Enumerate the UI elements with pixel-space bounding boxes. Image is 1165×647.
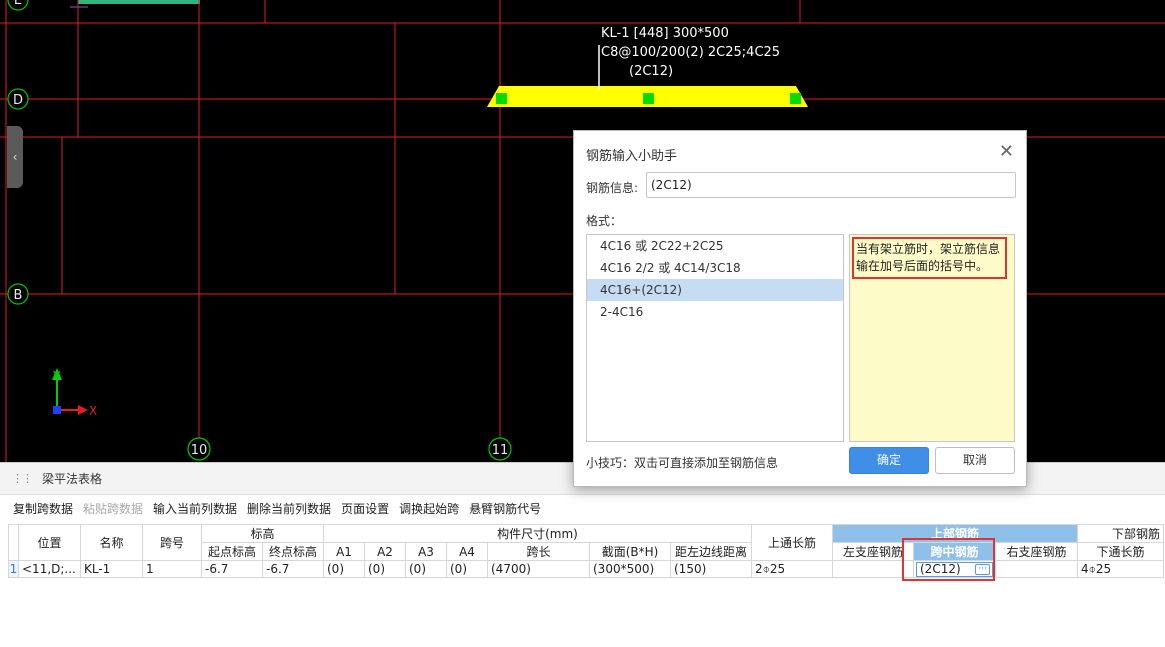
header-elev-start[interactable]: 起点标高	[201, 542, 263, 561]
highlight-frame	[902, 538, 995, 581]
paste-span-data-button[interactable]: 粘贴跨数据	[83, 500, 143, 517]
panel-title: 梁平法表格	[42, 472, 103, 486]
copy-span-data-button[interactable]: 复制跨数据	[13, 500, 73, 517]
app-window: E D B 10 11 KL-1 [448] 300*500 C8@100/20…	[0, 0, 1165, 647]
cantilever-code-button[interactable]: 悬臂钢筋代号	[469, 500, 541, 517]
beam-annotation-line1[interactable]: KL-1 [448] 300*500	[601, 26, 729, 41]
cell-a4[interactable]: (0)	[446, 560, 488, 578]
header-offset[interactable]: 距左边线距离	[670, 542, 752, 561]
svg-text:E: E	[14, 0, 22, 8]
header-rowno	[8, 524, 19, 561]
ucs-icon: Y X	[52, 368, 97, 418]
cancel-button[interactable]: 取消	[935, 447, 1015, 474]
beam-grip-start[interactable]	[496, 93, 507, 104]
beam-grip-mid[interactable]	[643, 93, 654, 104]
beam-grip-end[interactable]	[790, 93, 801, 104]
rebar-input-helper-dialog: 钢筋输入小助手 ✕ 钢筋信息: 格式： 4C16 或 2C22+2C25 4C1…	[573, 130, 1027, 487]
header-a2[interactable]: A2	[364, 542, 406, 561]
format-hint-panel: 当有架立筋时，架立筋信息输在加号后面的括号中。	[849, 234, 1015, 442]
header-bottom-rebar-group: 下部钢筋	[1077, 524, 1164, 543]
cell-offset[interactable]: (150)	[670, 560, 752, 578]
page-setup-button[interactable]: 页面设置	[341, 500, 389, 517]
header-a3[interactable]: A3	[405, 542, 447, 561]
cell-a1[interactable]: (0)	[323, 560, 365, 578]
svg-text:Y: Y	[52, 369, 61, 383]
svg-text:10: 10	[191, 443, 208, 458]
svg-text:X: X	[89, 404, 97, 418]
header-elevation-group: 标高	[201, 524, 324, 543]
cell-a3[interactable]: (0)	[405, 560, 447, 578]
header-size-group: 构件尺寸(mm)	[323, 524, 752, 543]
collapse-sidebar-tab[interactable]: ‹	[7, 126, 23, 188]
header-bottom-through[interactable]: 下通长筋	[1077, 542, 1164, 561]
cell-name[interactable]: KL-1	[80, 560, 143, 578]
header-elev-end[interactable]: 终点标高	[262, 542, 324, 561]
ok-button[interactable]: 确定	[849, 447, 929, 474]
format-item[interactable]: 4C16 2/2 或 4C14/3C18	[587, 257, 843, 279]
cell-section[interactable]: (300*500)	[589, 560, 671, 578]
header-span-length[interactable]: 跨长	[487, 542, 590, 561]
header-top-through[interactable]: 上通长筋	[751, 524, 833, 561]
axis-marker-11: 11	[488, 437, 512, 461]
table-toolbar: 复制跨数据 粘贴跨数据 输入当前列数据 删除当前列数据 页面设置 调换起始跨 悬…	[0, 495, 1165, 521]
axis-marker-e: E	[7, 0, 29, 11]
header-position[interactable]: 位置	[18, 524, 81, 561]
chevron-left-icon: ‹	[12, 150, 18, 164]
beam-annotation-line2[interactable]: C8@100/200(2) 2C25;4C25	[601, 45, 780, 60]
format-item-selected[interactable]: 4C16+(2C12)	[587, 279, 843, 301]
format-hint-text: 当有架立筋时，架立筋信息输在加号后面的括号中。	[852, 237, 1007, 279]
dialog-title: 钢筋输入小助手	[586, 149, 678, 164]
header-section[interactable]: 截面(B*H)	[589, 542, 671, 561]
delete-column-data-button[interactable]: 删除当前列数据	[247, 500, 331, 517]
format-list[interactable]: 4C16 或 2C22+2C25 4C16 2/2 或 4C14/3C18 4C…	[586, 234, 844, 442]
cell-span[interactable]: 1	[142, 560, 202, 578]
rebar-info-label: 钢筋信息:	[586, 181, 639, 195]
selected-beam-kl1[interactable]	[487, 86, 808, 107]
top-element	[78, 0, 200, 4]
close-icon[interactable]: ✕	[999, 141, 1014, 162]
format-item[interactable]: 2-4C16	[587, 301, 843, 323]
cell-position[interactable]: <11,D;...	[18, 560, 81, 578]
cell-a2[interactable]: (0)	[364, 560, 406, 578]
swap-start-span-button[interactable]: 调换起始跨	[399, 500, 459, 517]
cell-elev-end[interactable]: -6.7	[262, 560, 324, 578]
drag-grip-icon[interactable]: ⋮⋮	[12, 472, 33, 485]
cell-right-support[interactable]	[995, 560, 1078, 578]
header-a4[interactable]: A4	[446, 542, 488, 561]
cell-top-through[interactable]: 2⌽25	[751, 560, 833, 578]
header-name[interactable]: 名称	[80, 524, 143, 561]
format-label: 格式：	[586, 214, 623, 228]
row-number[interactable]: 1	[8, 560, 19, 578]
axis-marker-b: B	[7, 283, 29, 305]
cell-bottom-through[interactable]: 4⌽25	[1077, 560, 1164, 578]
beam-annotation-line3[interactable]: (2C12)	[629, 64, 673, 79]
axis-marker-10: 10	[187, 437, 211, 461]
cell-span-length[interactable]: (4700)	[487, 560, 590, 578]
svg-text:11: 11	[492, 443, 509, 458]
format-item[interactable]: 4C16 或 2C22+2C25	[587, 235, 843, 257]
rebar-info-input[interactable]	[646, 172, 1016, 198]
cell-elev-start[interactable]: -6.7	[201, 560, 263, 578]
tip-text: 小技巧：双击可直接添加至钢筋信息	[586, 456, 779, 470]
header-a1[interactable]: A1	[323, 542, 365, 561]
axis-marker-d: D	[7, 88, 29, 110]
header-right-support[interactable]: 右支座钢筋	[995, 542, 1078, 561]
header-span[interactable]: 跨号	[142, 524, 202, 561]
svg-text:B: B	[14, 288, 23, 303]
svg-text:D: D	[13, 93, 23, 108]
input-column-data-button[interactable]: 输入当前列数据	[153, 500, 237, 517]
